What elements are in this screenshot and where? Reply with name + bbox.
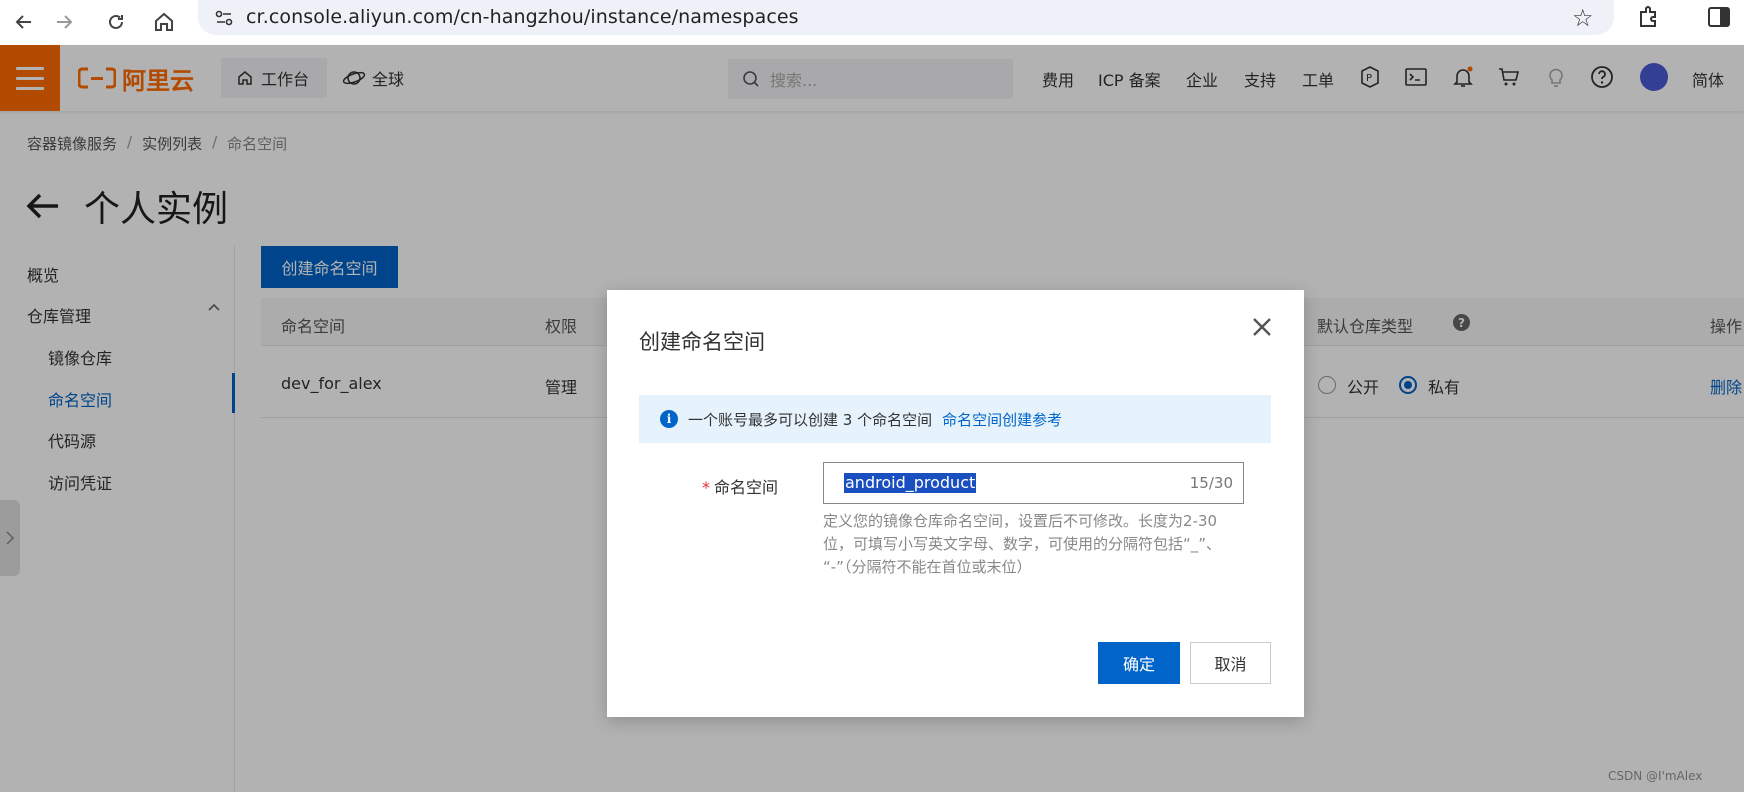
bookmark-star-icon[interactable]: ☆ [1572, 4, 1594, 32]
help-line: 定义您的镜像仓库命名空间，设置后不可修改。长度为2-30 [823, 512, 1218, 530]
required-asterisk: * [702, 478, 710, 497]
namespace-input-value: android_product [844, 473, 977, 493]
url-text: cr.console.aliyun.com/cn-hangzhou/instan… [246, 6, 799, 28]
side-panel-icon[interactable] [1706, 4, 1732, 34]
home-icon[interactable] [146, 4, 182, 40]
back-icon[interactable] [6, 4, 42, 40]
cancel-button[interactable]: 取消 [1190, 642, 1271, 684]
site-info-icon[interactable] [214, 8, 234, 28]
help-line: 位，可填写小写英文字母、数字，可使用的分隔符包括“_”、 [823, 535, 1222, 553]
extensions-icon[interactable] [1636, 4, 1662, 34]
address-bar[interactable]: cr.console.aliyun.com/cn-hangzhou/instan… [198, 0, 1614, 35]
info-banner: i 一个账号最多可以创建 3 个命名空间 命名空间创建参考 [639, 395, 1271, 443]
namespace-help-text: 定义您的镜像仓库命名空间，设置后不可修改。长度为2-30 位，可填写小写英文字母… [823, 510, 1243, 579]
confirm-button[interactable]: 确定 [1098, 642, 1180, 684]
create-namespace-dialog: 创建命名空间 i 一个账号最多可以创建 3 个命名空间 命名空间创建参考 * 命名… [607, 290, 1304, 717]
character-count: 15/30 [1189, 474, 1233, 492]
reload-icon[interactable] [98, 4, 134, 40]
namespace-field-label: * 命名空间 [702, 474, 778, 498]
info-icon: i [660, 410, 678, 428]
help-line: “-”（分隔符不能在首位或末位） [823, 558, 1032, 576]
info-reference-link[interactable]: 命名空间创建参考 [942, 409, 1062, 430]
forward-icon[interactable] [46, 4, 82, 40]
info-text: 一个账号最多可以创建 3 个命名空间 [688, 410, 933, 429]
close-icon[interactable] [1247, 312, 1277, 342]
browser-toolbar: cr.console.aliyun.com/cn-hangzhou/instan… [0, 0, 1744, 45]
watermark: CSDN @I'mAlex [1608, 769, 1703, 783]
dialog-title: 创建命名空间 [639, 330, 765, 354]
namespace-input[interactable]: android_product 15/30 [823, 462, 1244, 504]
namespace-label-text: 命名空间 [714, 478, 779, 497]
